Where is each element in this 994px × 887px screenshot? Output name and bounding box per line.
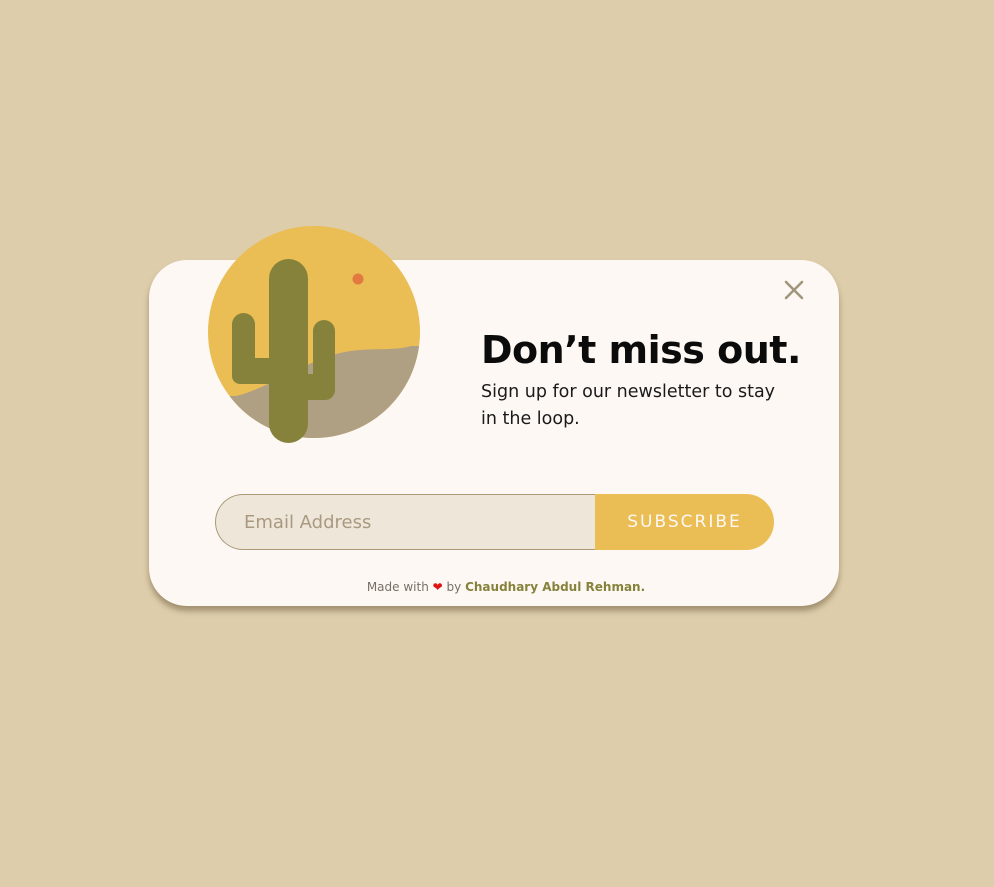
cactus-desert-icon — [206, 224, 424, 446]
author-link[interactable]: Chaudhary Abdul Rehman. — [465, 580, 645, 594]
subscribe-button[interactable]: SUBSCRIBE — [595, 494, 774, 550]
footer-credit: Made with ❤ by Chaudhary Abdul Rehman. — [9, 578, 994, 596]
popup-headline: Don’t miss out. — [481, 328, 801, 372]
popup-subtext: Sign up for our newsletter to stay in th… — [481, 382, 776, 429]
footer-by: by — [446, 580, 462, 594]
subscribe-form: SUBSCRIBE — [215, 494, 774, 550]
close-button[interactable] — [781, 277, 807, 303]
sun-dot — [352, 273, 364, 285]
footer-made-with: Made with — [366, 580, 429, 594]
heart-icon: ❤ — [432, 580, 443, 594]
close-icon — [784, 280, 804, 300]
email-input[interactable] — [215, 494, 595, 550]
